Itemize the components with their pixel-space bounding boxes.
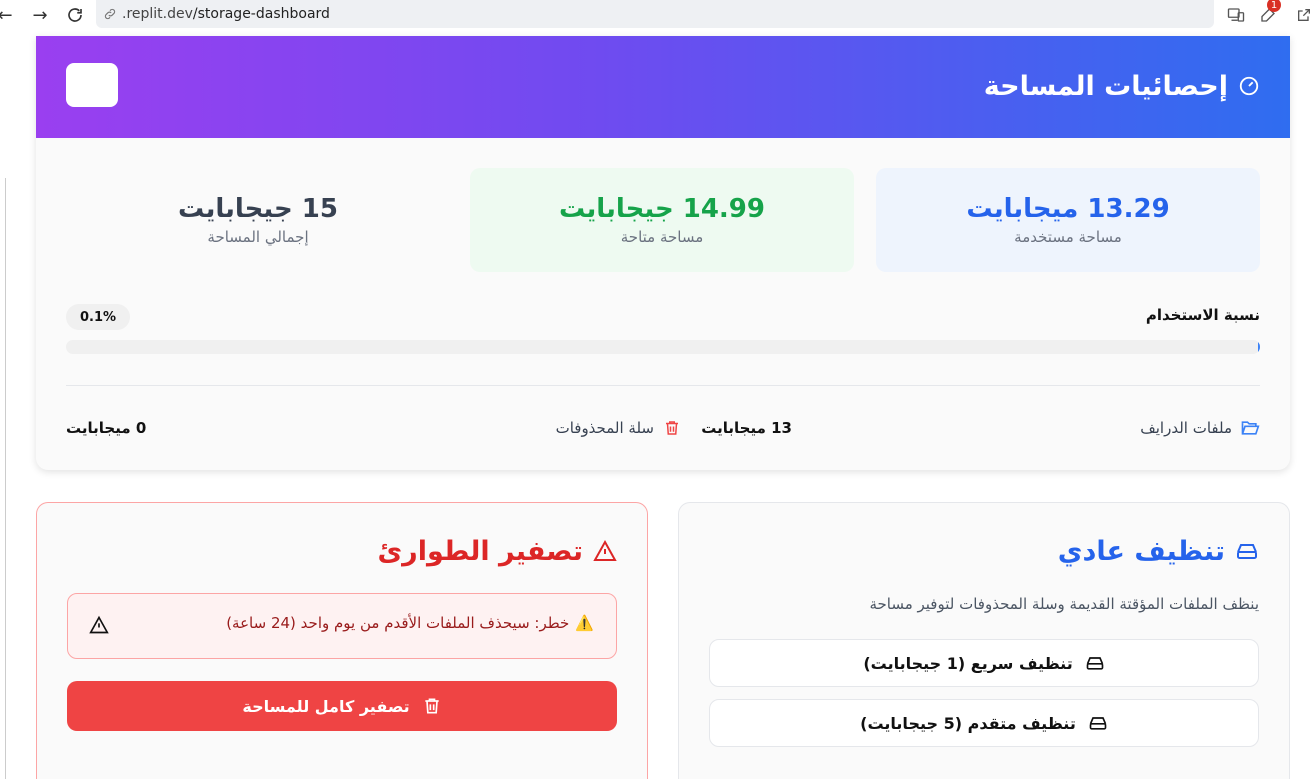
free-space-value: 14.99 جيجابايت [559, 194, 765, 224]
usage-progress-fill [1258, 340, 1260, 354]
window-edge [5, 178, 6, 779]
folder-open-icon [1240, 418, 1260, 438]
total-space-box: 15 جيجابايت إجمالي المساحة [66, 168, 450, 272]
usage-percent-badge: 0.1% [66, 304, 130, 330]
advanced-clean-button[interactable]: تنظيف متقدم (5 جيجابايت) [709, 699, 1259, 747]
header-action-box[interactable] [66, 63, 118, 107]
url-text: .replit.dev/storage-dashboard [122, 6, 330, 22]
trash-value: 0 ميجابايت [66, 419, 147, 437]
free-space-label: مساحة متاحة [620, 228, 704, 246]
free-space-box: 14.99 جيجابايت مساحة متاحة [470, 168, 854, 272]
normal-clean-card: تنظيف عادي ينظف الملفات المؤقتة القديمة … [678, 502, 1290, 779]
drive-files-label: ملفات الدرايف [1140, 419, 1232, 437]
forward-icon[interactable]: → [29, 4, 51, 26]
danger-alert-text: ⚠️ خطر: سيحذف الملفات الأقدم من يوم واحد… [226, 614, 594, 632]
stats-header: إحصائيات المساحة [36, 36, 1290, 138]
reload-icon[interactable] [64, 4, 86, 26]
trash-icon [422, 696, 442, 716]
quick-clean-label: تنظيف سريع (1 جيجابايت) [863, 653, 1073, 673]
address-bar[interactable]: .replit.dev/storage-dashboard [96, 0, 1214, 28]
used-space-value: 13.29 ميجابايت [966, 194, 1170, 224]
hard-drive-icon [1085, 653, 1105, 673]
warning-triangle-icon [593, 539, 617, 563]
emergency-title: تصفير الطوارئ [377, 533, 617, 569]
trash-item: سلة المحذوفات [556, 416, 682, 440]
normal-clean-title-text: تنظيف عادي [1057, 535, 1225, 567]
hard-drive-icon [1088, 713, 1108, 733]
quick-clean-button[interactable]: تنظيف سريع (1 جيجابايت) [709, 639, 1259, 687]
used-space-label: مساحة مستخدمة [1014, 228, 1122, 246]
devices-icon[interactable] [1225, 4, 1247, 26]
stats-title: إحصائيات المساحة [984, 68, 1260, 104]
trash-label: سلة المحذوفات [555, 419, 654, 437]
advanced-clean-label: تنظيف متقدم (5 جيجابايت) [860, 713, 1076, 733]
usage-progress-track [66, 340, 1260, 354]
drive-files-value: 13 ميجابايت [701, 419, 792, 437]
hard-drive-icon [1235, 539, 1259, 563]
warning-emoji-icon: ⚠️ [575, 614, 594, 632]
danger-alert-message: خطر: سيحذف الملفات الأقدم من يوم واحد (2… [226, 614, 570, 632]
drive-files-item: ملفات الدرايف [1140, 416, 1260, 440]
total-space-value: 15 جيجابايت [178, 194, 338, 224]
normal-clean-description: ينظف الملفات المؤقتة القديمة وسلة المحذو… [869, 595, 1259, 613]
storage-stats-card: إحصائيات المساحة 13.29 ميجابايت مساحة مس… [36, 36, 1290, 470]
full-reset-label: تصفير كامل للمساحة [242, 696, 410, 716]
link-icon [102, 6, 118, 22]
back-icon[interactable]: ← [0, 4, 16, 26]
usage-label: نسبة الاستخدام [1145, 306, 1260, 324]
emergency-title-text: تصفير الطوارئ [377, 535, 583, 567]
stats-title-text: إحصائيات المساحة [983, 70, 1228, 102]
open-external-icon[interactable] [1293, 4, 1311, 26]
emergency-reset-card: تصفير الطوارئ ⚠️ خطر: سيحذف الملفات الأق… [36, 502, 648, 779]
trash-icon [662, 418, 682, 438]
alert-triangle-icon [88, 614, 110, 636]
browser-toolbar: ← → .replit.dev/storage-dashboard 1 [0, 0, 1311, 30]
used-space-box: 13.29 ميجابايت مساحة مستخدمة [876, 168, 1260, 272]
divider [66, 385, 1260, 386]
gauge-icon [1238, 75, 1260, 97]
total-space-label: إجمالي المساحة [207, 228, 309, 246]
normal-clean-title: تنظيف عادي [1058, 533, 1259, 569]
full-reset-button[interactable]: تصفير كامل للمساحة [67, 681, 617, 731]
danger-alert: ⚠️ خطر: سيحذف الملفات الأقدم من يوم واحد… [67, 593, 617, 659]
